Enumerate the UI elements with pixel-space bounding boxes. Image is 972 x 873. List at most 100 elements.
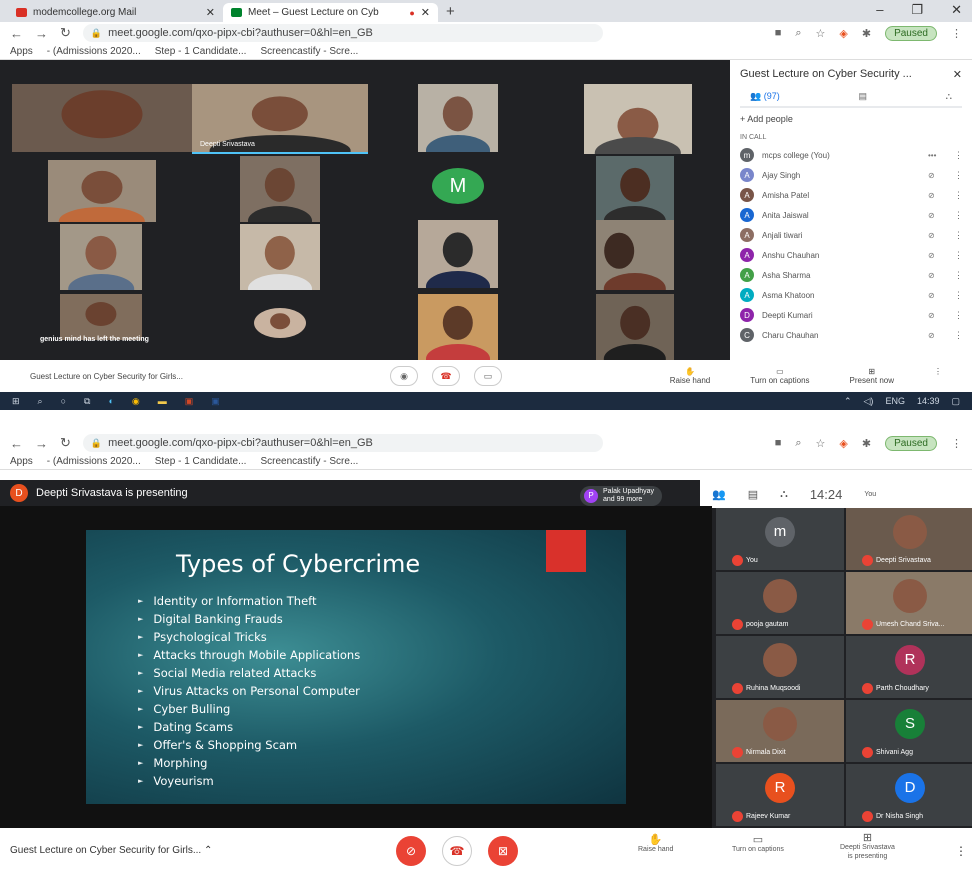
tab-people[interactable]: 👥 (97) [750,91,780,102]
participant-row[interactable]: A Anshu Chauhan ⊘ ⋮ [740,245,963,265]
zoom-icon[interactable]: ⌕ [795,437,801,450]
camera-icon[interactable]: ■ [775,27,782,39]
new-tab-icon[interactable]: + [446,3,455,20]
mic-button[interactable]: ◉ [390,366,418,386]
more-options-icon[interactable]: ⋮ [934,367,942,385]
tab-meet[interactable]: Meet – Guest Lecture on Cyb ● ✕ [223,3,438,22]
word-icon[interactable]: ▣ [211,396,220,407]
video-tile[interactable] [418,84,498,152]
star-icon[interactable]: ☆ [816,437,826,450]
more-options-icon[interactable]: ⋮ [954,150,963,161]
activities-icon[interactable]: ⛬ [946,91,952,102]
bookmark-step[interactable]: Step - 1 Candidate... [155,456,247,467]
participant-row[interactable]: A Ajay Singh ⊘ ⋮ [740,165,963,185]
leave-call-button[interactable]: ☎ [432,366,460,386]
puzzle-icon[interactable]: ✱ [862,437,871,450]
more-options-icon[interactable]: ⋮ [955,844,967,858]
more-options-icon[interactable]: ⋮ [954,230,963,241]
forward-icon[interactable]: → [35,436,48,451]
tab-mail[interactable]: modemcollege.org Mail ✕ [8,3,223,22]
task-view-icon[interactable]: ⧉ [84,396,90,407]
video-tile[interactable] [584,84,692,154]
participant-tile[interactable]: m You [716,508,844,570]
reload-icon[interactable]: ↻ [60,435,71,451]
forward-icon[interactable]: → [35,26,48,41]
participant-row[interactable]: A Amisha Patel ⊘ ⋮ [740,185,963,205]
search-icon[interactable]: ⌕ [38,396,43,407]
chrome-icon[interactable]: ◉ [132,396,140,407]
video-tile[interactable] [418,294,498,360]
video-tile[interactable] [12,84,192,152]
powerpoint-icon[interactable]: ▣ [185,396,194,407]
more-options-icon[interactable]: ⋮ [954,190,963,201]
notification-icon[interactable]: ▢ [951,396,960,407]
mic-off-button[interactable]: ⊘ [396,836,426,866]
puzzle-icon[interactable]: ✱ [862,27,871,40]
participant-tile[interactable]: Ruhina Muqsoodi [716,636,844,698]
extension-icon[interactable]: ◈ [839,437,847,450]
chat-icon[interactable]: ▤ [858,91,867,102]
participant-tile[interactable]: S Shivani Agg [846,700,972,762]
participant-row[interactable]: A Anjali tiwari ⊘ ⋮ [740,225,963,245]
more-options-icon[interactable]: ⋮ [954,290,963,301]
windows-start-icon[interactable]: ⊞ [12,396,20,407]
more-options-icon[interactable]: ⋮ [954,170,963,181]
raise-hand-button[interactable]: ✋ Raise hand [638,835,673,854]
network-icon[interactable]: ⌃ [844,396,852,407]
back-icon[interactable]: ← [10,436,23,451]
close-icon[interactable]: ✕ [953,68,962,81]
participant-tile[interactable]: D Dr Nisha Singh [846,764,972,826]
language-indicator[interactable]: ENG [885,396,905,407]
extension-icon[interactable]: ◈ [839,27,847,40]
minimize-icon[interactable]: – [876,2,883,18]
more-options-icon[interactable]: ⋮ [954,250,963,261]
close-window-icon[interactable]: ✕ [951,2,962,18]
people-icon[interactable]: 👥 [712,488,726,501]
participant-row[interactable]: m mcps college (You) ••• ⋮ [740,145,963,165]
participant-tile[interactable]: Umesh Chand Sriva... [846,572,972,634]
captions-button[interactable]: ▭ Turn on captions [732,835,784,854]
menu-icon[interactable]: ⋮ [951,437,962,450]
present-button[interactable]: ⊞ Present now [850,367,894,385]
participant-row[interactable]: C Charu Chauhan ⊘ ⋮ [740,325,963,345]
video-tile[interactable] [48,160,156,222]
meeting-details-button[interactable]: Guest Lecture on Cyber Security for Girl… [10,845,212,856]
video-tile[interactable] [240,224,320,290]
clock[interactable]: 14:39 [917,396,940,407]
presenting-button[interactable]: ⊞ Deepti Srivastava is presenting [840,833,895,861]
participant-row[interactable]: A Asha Sharma ⊘ ⋮ [740,265,963,285]
url-field[interactable]: 🔒 meet.google.com/qxo-pipx-cbi?authuser=… [82,24,603,42]
reload-icon[interactable]: ↻ [60,25,71,41]
url-field[interactable]: 🔒 meet.google.com/qxo-pipx-cbi?authuser=… [82,434,603,452]
video-tile[interactable] [60,224,142,290]
participant-tile[interactable]: Nirmala Dixit [716,700,844,762]
meeting-details-button[interactable]: Guest Lecture on Cyber Security for Girl… [30,372,390,381]
maximize-icon[interactable]: ❐ [911,2,923,18]
video-tile[interactable] [596,220,674,290]
video-tile[interactable] [596,156,674,222]
back-icon[interactable]: ← [10,26,23,41]
activities-icon[interactable]: ⛬ [780,488,788,501]
folder-icon[interactable]: ▬ [158,396,167,406]
bookmark-screencastify[interactable]: Screencastify - Scre... [260,46,358,57]
bookmark-apps[interactable]: Apps [10,456,33,467]
bookmark-screencastify[interactable]: Screencastify - Scre... [260,456,358,467]
camera-button[interactable]: ▭ [474,366,502,386]
participant-tile[interactable]: pooja gautam [716,572,844,634]
participant-row[interactable]: A Asma Khatoon ⊘ ⋮ [740,285,963,305]
chat-icon[interactable]: ▤ [748,488,758,501]
participant-tile[interactable]: Deepti Srivastava [846,508,972,570]
bookmark-admissions[interactable]: - (Admissions 2020... [47,456,141,467]
captions-button[interactable]: ▭ Turn on captions [750,367,809,385]
more-options-icon[interactable]: ⋮ [954,210,963,221]
participants-chip[interactable]: P Palak Upadhyay and 99 more [580,486,662,506]
participant-tile[interactable]: R Rajeev Kumar [716,764,844,826]
video-tile-deepti[interactable]: Deepti Srivastava [192,84,368,154]
camera-off-button[interactable]: ⊠ [488,836,518,866]
participant-tile[interactable]: R Parth Choudhary [846,636,972,698]
add-people-button[interactable]: + Add people [740,108,962,130]
menu-icon[interactable]: ⋮ [951,27,962,40]
zoom-icon[interactable]: ⌕ [795,27,801,40]
profile-paused-button[interactable]: Paused [885,25,937,41]
bookmark-admissions[interactable]: - (Admissions 2020... [47,46,141,57]
